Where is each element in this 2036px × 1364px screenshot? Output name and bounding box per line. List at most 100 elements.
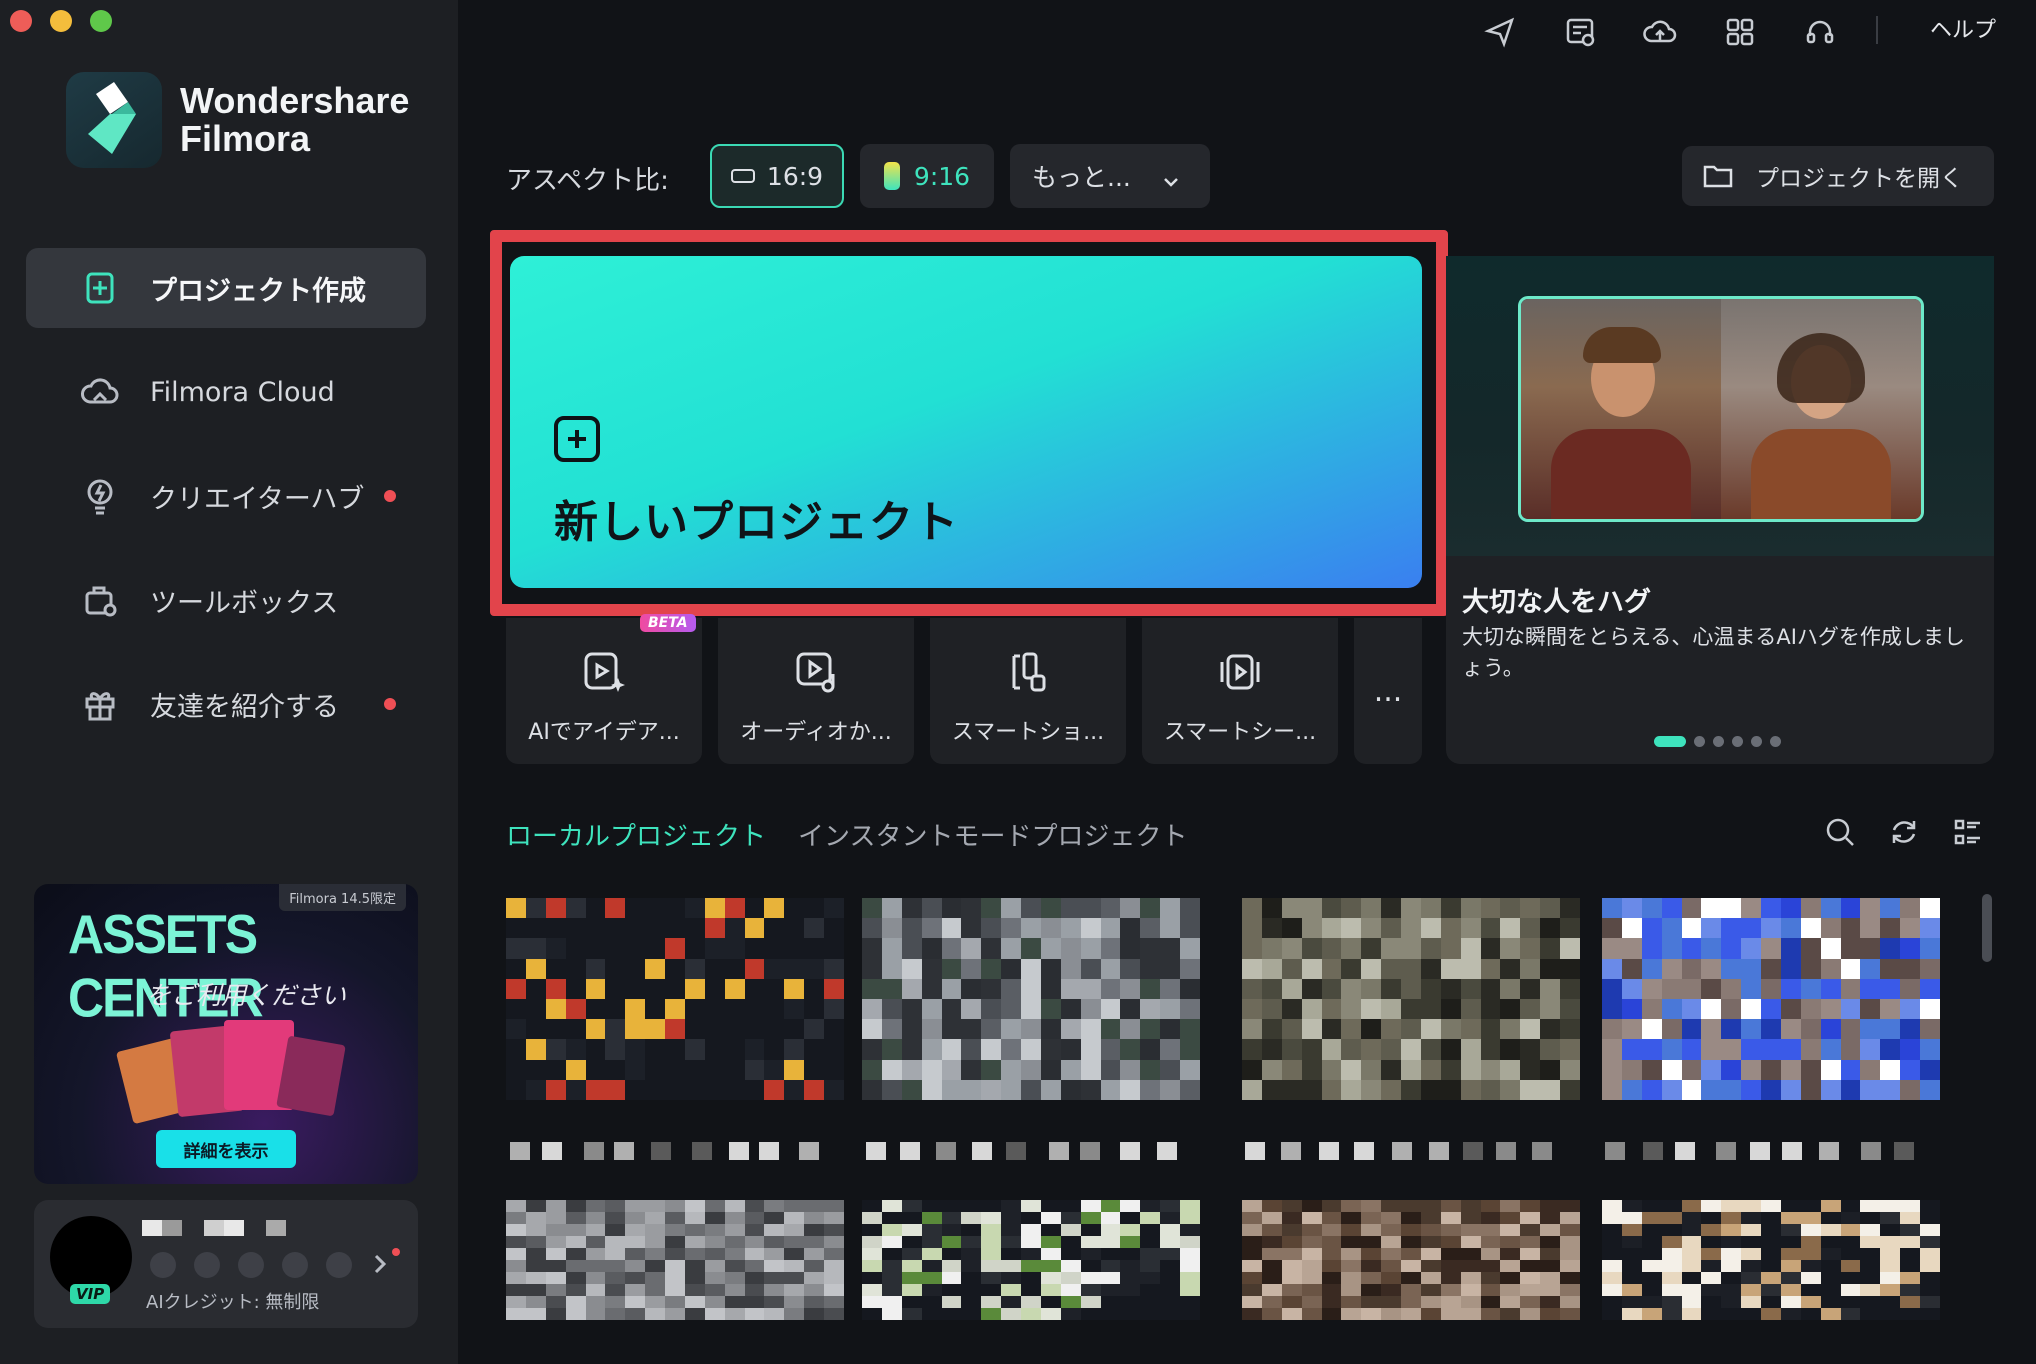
tool-audio-to-video[interactable]: オーディオか... <box>718 618 914 764</box>
tab-instant-mode-projects[interactable]: インスタントモードプロジェクト <box>798 816 1187 853</box>
thumbnail-image <box>1242 1200 1580 1320</box>
beta-badge: BETA <box>640 614 696 632</box>
refresh-icon[interactable] <box>1882 810 1926 854</box>
project-thumbnail[interactable] <box>862 898 1200 1100</box>
promo-image <box>1518 296 1924 522</box>
minimize-window-button[interactable] <box>50 10 72 32</box>
maximize-window-button[interactable] <box>90 10 112 32</box>
list-view-icon[interactable] <box>1946 810 1990 854</box>
tab-local-projects[interactable]: ローカルプロジェクト <box>506 816 766 853</box>
carousel-dot[interactable] <box>1713 736 1724 747</box>
chevron-right-icon[interactable] <box>372 1252 388 1280</box>
sidebar-item-label: ツールボックス <box>150 587 339 619</box>
search-icon[interactable] <box>1818 810 1862 854</box>
notification-dot <box>384 490 396 502</box>
sidebar-item-label: 友達を紹介する <box>150 691 339 723</box>
notification-dot <box>384 698 396 710</box>
tool-smart-scene[interactable]: スマートシー... <box>1142 618 1338 764</box>
project-title-redacted <box>1242 1142 1562 1160</box>
filmora-logo <box>66 72 162 168</box>
aspect-option-label: 16:9 <box>766 161 824 191</box>
tool-label: オーディオか... <box>740 720 892 745</box>
promo-description: 大切な瞬間をとらえる、心温まるAIハグを作成しましょう。 <box>1462 625 1965 680</box>
apps-grid-icon[interactable] <box>1718 10 1762 54</box>
assets-center-banner[interactable]: Filmora 14.5限定 ASSETS CENTER をご利用ください 詳細… <box>34 884 418 1184</box>
smart-scene-icon <box>1212 644 1268 700</box>
thumbnail-image <box>862 898 1200 1100</box>
project-thumbnail[interactable] <box>862 1200 1200 1320</box>
tool-label: スマートショ... <box>951 720 1105 745</box>
tool-label: スマートシー... <box>1163 720 1317 745</box>
project-thumbnail[interactable] <box>506 898 844 1100</box>
gift-icon <box>78 682 122 726</box>
toolbox-icon <box>78 578 122 622</box>
carousel-dots[interactable] <box>1654 736 1781 747</box>
vip-badge: VIP <box>70 1284 111 1304</box>
notification-dot <box>392 1248 400 1256</box>
sidebar-item-label: Filmora Cloud <box>150 376 335 408</box>
project-thumbnail[interactable] <box>506 1200 844 1320</box>
aspect-16-9-button[interactable]: 16:9 <box>710 144 844 208</box>
thumbnail-image <box>506 1200 844 1320</box>
scrollbar[interactable] <box>1982 894 1992 962</box>
sidebar-item-label: プロジェクト作成 <box>150 275 366 307</box>
send-icon[interactable] <box>1478 10 1522 54</box>
tool-ai-idea[interactable]: AIでアイデア... <box>506 618 702 764</box>
promo-title: 大切な人をハグ <box>1462 587 1651 618</box>
folder-icon <box>1702 162 1734 190</box>
project-thumbnail[interactable] <box>1242 898 1580 1100</box>
new-project-icon <box>78 266 122 310</box>
audio-video-icon <box>788 644 844 700</box>
sidebar-item-creator-hub[interactable]: クリエイターハブ <box>26 456 426 536</box>
carousel-dot[interactable] <box>1770 736 1781 747</box>
tool-label: AIでアイデア... <box>528 720 680 745</box>
close-window-button[interactable] <box>10 10 32 32</box>
carousel-dot-active[interactable] <box>1654 736 1686 747</box>
chevron-down-icon <box>1162 166 1180 195</box>
sidebar-item-create-project[interactable]: プロジェクト作成 <box>26 248 426 328</box>
help-menu[interactable]: ヘルプ <box>1930 12 1996 44</box>
carousel-dot[interactable] <box>1732 736 1743 747</box>
thumbnail-image <box>862 1200 1200 1320</box>
aspect-more-dropdown[interactable]: もっと... <box>1010 144 1210 208</box>
landscape-icon <box>730 169 755 183</box>
show-details-button[interactable]: 詳細を表示 <box>156 1130 296 1168</box>
project-thumbnail[interactable] <box>1242 1200 1580 1320</box>
thumbnail-image <box>1602 898 1940 1100</box>
aspect-option-label: 9:16 <box>913 161 971 191</box>
portrait-icon <box>883 162 900 190</box>
user-panel[interactable]: VIP AIクレジット: 無制限 <box>34 1200 418 1328</box>
project-title-redacted <box>862 1142 1182 1160</box>
highlight-frame <box>490 230 1448 616</box>
headset-icon[interactable] <box>1798 10 1842 54</box>
carousel-dot[interactable] <box>1751 736 1762 747</box>
sidebar-item-refer-friend[interactable]: 友達を紹介する <box>26 664 426 744</box>
banner-artwork <box>104 1014 364 1125</box>
sidebar: Wondershare Filmora プロジェクト作成 Filmora Clo… <box>0 0 458 1364</box>
sidebar-item-toolbox[interactable]: ツールボックス <box>26 560 426 640</box>
carousel-dot[interactable] <box>1694 736 1705 747</box>
feedback-icon[interactable] <box>1558 10 1602 54</box>
aspect-9-16-button[interactable]: 9:16 <box>860 144 994 208</box>
cloud-upload-icon[interactable] <box>1638 10 1682 54</box>
project-title-redacted <box>506 1142 826 1160</box>
sidebar-item-filmora-cloud[interactable]: Filmora Cloud <box>26 352 426 432</box>
more-tools-button[interactable]: ... <box>1354 618 1422 764</box>
open-project-label: プロジェクトを開く <box>1756 166 1963 192</box>
smart-short-icon <box>1000 644 1056 700</box>
project-title-redacted <box>1602 1142 1922 1160</box>
tool-smart-short[interactable]: スマートショ... <box>930 618 1126 764</box>
promo-card[interactable]: 大切な人をハグ 大切な瞬間をとらえる、心温まるAIハグを作成しましょう。 <box>1446 256 1994 764</box>
thumbnail-image <box>506 898 844 1100</box>
project-thumbnail[interactable] <box>1602 898 1940 1100</box>
achievement-badges <box>150 1252 352 1278</box>
thumbnail-image <box>1602 1200 1940 1320</box>
ai-idea-icon <box>576 644 632 700</box>
ai-credit-text: AIクレジット: 無制限 <box>146 1292 320 1313</box>
aspect-option-label: もっと... <box>1032 163 1131 192</box>
project-thumbnail[interactable] <box>1602 1200 1940 1320</box>
open-project-button[interactable]: プロジェクトを開く <box>1682 146 1994 206</box>
brand-name: Wondershare Filmora <box>180 80 410 159</box>
lightbulb-icon <box>78 474 122 518</box>
banner-subtitle: をご利用ください <box>146 981 347 1010</box>
